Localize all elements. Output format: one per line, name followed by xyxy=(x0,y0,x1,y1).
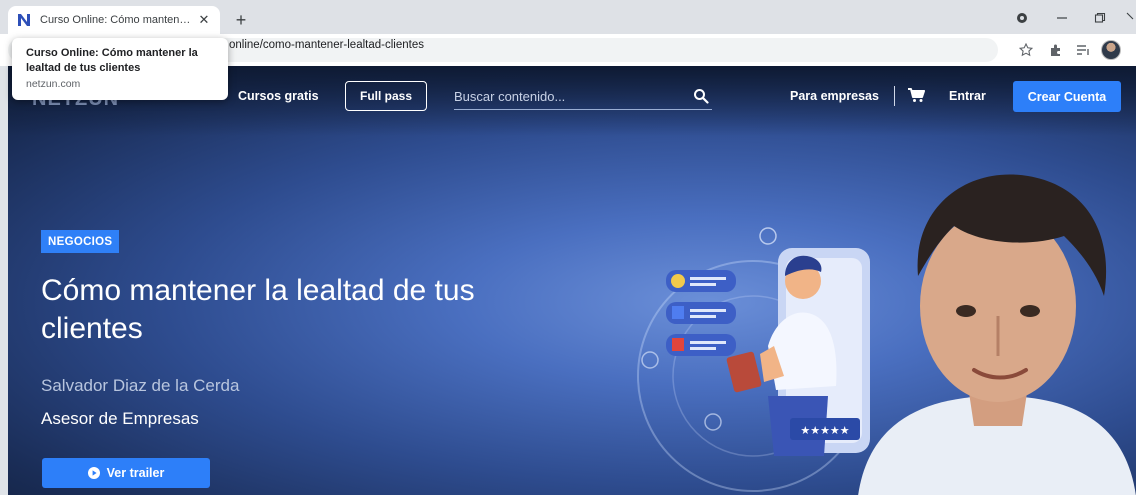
play-icon xyxy=(87,467,100,479)
hover-card-title: Curso Online: Cómo mantener la lealtad d… xyxy=(26,47,198,74)
web-page: NETZUN Cursos gratis Full pass Para empr… xyxy=(8,66,1136,495)
star-icon[interactable] xyxy=(1016,40,1036,60)
reading-list-icon[interactable] xyxy=(1073,40,1093,60)
search-input[interactable] xyxy=(454,84,684,108)
search-underline xyxy=(454,109,712,110)
tab-hover-card: Curso Online: Cómo mantener la lealtad d… xyxy=(12,38,228,100)
record-icon[interactable] xyxy=(1010,8,1034,28)
full-pass-button[interactable]: Full pass xyxy=(345,81,427,111)
watch-trailer-label: Ver trailer xyxy=(106,466,165,480)
course-title: Cómo mantener la lealtad de tus clientes xyxy=(41,274,475,345)
hover-card-domain: netzun.com xyxy=(26,78,81,90)
create-account-button[interactable]: Crear Cuenta xyxy=(1013,81,1121,112)
restore-icon[interactable] xyxy=(1088,8,1112,28)
watch-trailer-button[interactable]: Ver trailer xyxy=(42,458,210,488)
instructor-role: Asesor de Empresas xyxy=(41,409,199,428)
instructor-portrait xyxy=(858,174,1136,495)
browser-tab[interactable]: Curso Online: Cómo mantener la lealtad d… xyxy=(8,6,220,34)
nav-free-courses[interactable]: Cursos gratis xyxy=(238,89,319,103)
instructor-name: Salvador Diaz de la Cerda xyxy=(41,376,240,395)
category-badge[interactable]: NEGOCIOS xyxy=(41,230,120,253)
tab-close-icon[interactable]: ✕ xyxy=(196,12,212,28)
extensions-icon[interactable] xyxy=(1046,40,1066,60)
cart-icon[interactable] xyxy=(907,87,925,103)
search-icon[interactable] xyxy=(693,88,709,104)
svg-text:★★★★★: ★★★★★ xyxy=(800,424,849,437)
new-tab-button[interactable]: + xyxy=(230,9,252,31)
browser-tabstrip: Curso Online: Cómo mantener la lealtad d… xyxy=(0,0,1136,34)
tab-title: Curso Online: Cómo mantener la lealtad d… xyxy=(40,14,196,26)
profile-avatar[interactable] xyxy=(1101,40,1121,60)
netzun-favicon-icon xyxy=(16,12,32,28)
nav-login[interactable]: Entrar xyxy=(949,89,986,103)
url-text[interactable]: online/como-mantener-lealtad-clientes xyxy=(229,39,424,51)
minimize-icon[interactable] xyxy=(1050,8,1074,28)
close-window-icon[interactable] xyxy=(1124,8,1136,28)
nav-business[interactable]: Para empresas xyxy=(790,89,879,103)
nav-divider xyxy=(894,86,895,106)
